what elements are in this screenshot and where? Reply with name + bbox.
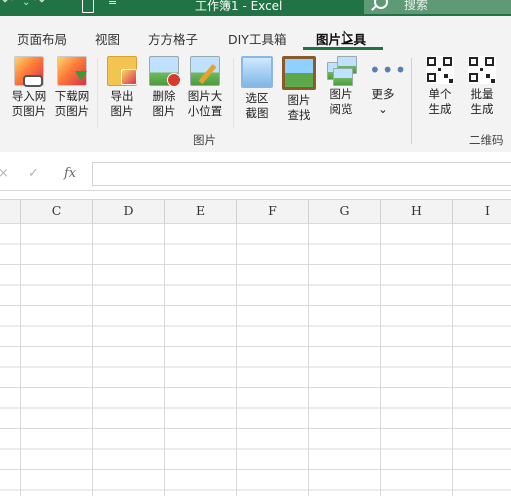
button-label: 图片 <box>152 104 176 118</box>
column-header-g[interactable]: G <box>309 203 380 218</box>
button-label: 导入网 <box>11 89 47 103</box>
tab-diy-toolbox[interactable]: DIY工具箱 <box>228 29 286 48</box>
tab-view[interactable]: 视图 <box>95 29 120 48</box>
search-box[interactable]: 搜索 <box>364 0 511 14</box>
import-web-image-button[interactable]: 导入网 页图片 <box>7 56 51 119</box>
formula-buttons: × ✓ fx <box>0 162 86 186</box>
redo-icon[interactable]: ↷ <box>34 0 45 9</box>
ribbon-tabs: 页面布局 视图 方方格子 DIY工具箱 图片工具 <box>0 16 511 50</box>
tab-fangfang-gezi[interactable]: 方方格子 <box>148 29 198 48</box>
button-label: 选区 <box>245 91 269 105</box>
export-image-icon <box>107 56 137 86</box>
selection-screenshot-button[interactable]: 选区 截图 <box>235 56 279 121</box>
button-label: 阅览 <box>329 102 353 116</box>
separator <box>233 58 234 128</box>
image-find-button[interactable]: 图片 查找 <box>277 56 321 123</box>
more-button[interactable]: ••• 更多 ⌄ <box>361 56 408 117</box>
image-find-icon <box>282 56 316 90</box>
insert-function-icon[interactable]: fx <box>64 166 76 181</box>
button-label: 导出 <box>110 89 134 103</box>
image-size-position-button[interactable]: 图片大 小位置 <box>183 56 227 119</box>
button-label: 图片 <box>110 104 134 118</box>
column-header-h[interactable]: H <box>381 203 452 218</box>
worksheet-grid[interactable] <box>0 223 511 496</box>
button-label: 图片大 <box>187 89 223 103</box>
tab-page-layout[interactable]: 页面布局 <box>17 29 67 48</box>
group-label-picture: 图片 <box>193 133 216 147</box>
column-headers: C D E F G H I <box>0 199 511 224</box>
button-label: 页图片 <box>11 104 47 118</box>
button-label: 批量 <box>470 87 494 101</box>
button-label: 截图 <box>245 106 269 120</box>
ribbon-gap <box>0 152 511 160</box>
button-label: 单个 <box>428 87 452 101</box>
file-icon[interactable] <box>82 0 94 13</box>
column-header-f[interactable]: F <box>237 203 308 218</box>
group-separator <box>411 58 412 144</box>
formula-bar: × ✓ fx <box>0 160 511 191</box>
column-header-c[interactable]: C <box>21 203 92 218</box>
ribbon-panel: 导入网 页图片 下载网 页图片 导出 图片 删除 图片 图片大 小位置 选区 截图 图片 查找 <box>0 50 511 153</box>
column-header-i[interactable]: I <box>452 203 511 218</box>
button-label: 图片 <box>287 93 311 107</box>
download-web-image-button[interactable]: 下载网 页图片 <box>50 56 94 119</box>
cancel-icon[interactable]: × <box>0 166 9 181</box>
button-label: 生成 <box>470 102 494 116</box>
import-web-image-icon <box>14 56 44 87</box>
column-header-d[interactable]: D <box>93 203 164 218</box>
title-bar: ↶ ⌄ ↷ ≡ 工作簿1 - Excel 搜索 <box>0 0 511 16</box>
search-placeholder: 搜索 <box>404 0 429 12</box>
delete-image-icon <box>149 56 181 87</box>
formula-input[interactable] <box>92 162 511 186</box>
separator <box>97 58 98 128</box>
button-label: 图片 <box>329 87 353 101</box>
customize-qat-icon[interactable]: ≡ <box>108 0 117 8</box>
column-header-e[interactable]: E <box>165 203 236 218</box>
button-label: 查找 <box>287 108 311 122</box>
window-title: 工作簿1 - Excel <box>195 0 283 13</box>
button-label: 生成 <box>428 102 452 116</box>
group-label-qrcode: 二维码 <box>469 133 504 147</box>
image-size-position-icon <box>190 56 220 86</box>
button-label: 页图片 <box>54 104 90 118</box>
more-icon: ••• <box>369 58 408 82</box>
chevron-down-icon: ⌄ <box>378 102 388 116</box>
undo-dropdown-icon[interactable]: ⌄ <box>22 0 30 8</box>
selection-screenshot-icon <box>241 56 273 88</box>
button-label: 下载网 <box>54 89 90 103</box>
button-label: 小位置 <box>187 104 223 118</box>
button-label: 更多 <box>371 87 395 101</box>
search-icon <box>374 0 388 9</box>
qr-single-icon <box>426 56 454 84</box>
image-browse-button[interactable]: 图片 阅览 <box>319 56 363 117</box>
delete-image-button[interactable]: 删除 图片 <box>142 56 186 119</box>
export-image-button[interactable]: 导出 图片 <box>100 56 144 119</box>
image-browse-icon <box>327 56 357 86</box>
undo-icon[interactable]: ↶ <box>2 0 13 9</box>
qr-single-generate-button[interactable]: 单个 生成 <box>418 56 462 117</box>
download-web-image-icon <box>57 56 87 86</box>
confirm-icon[interactable]: ✓ <box>28 166 39 181</box>
qr-batch-generate-button[interactable]: 批量 生成 <box>460 56 504 117</box>
button-label: 删除 <box>152 89 176 103</box>
qr-batch-icon <box>468 56 496 84</box>
